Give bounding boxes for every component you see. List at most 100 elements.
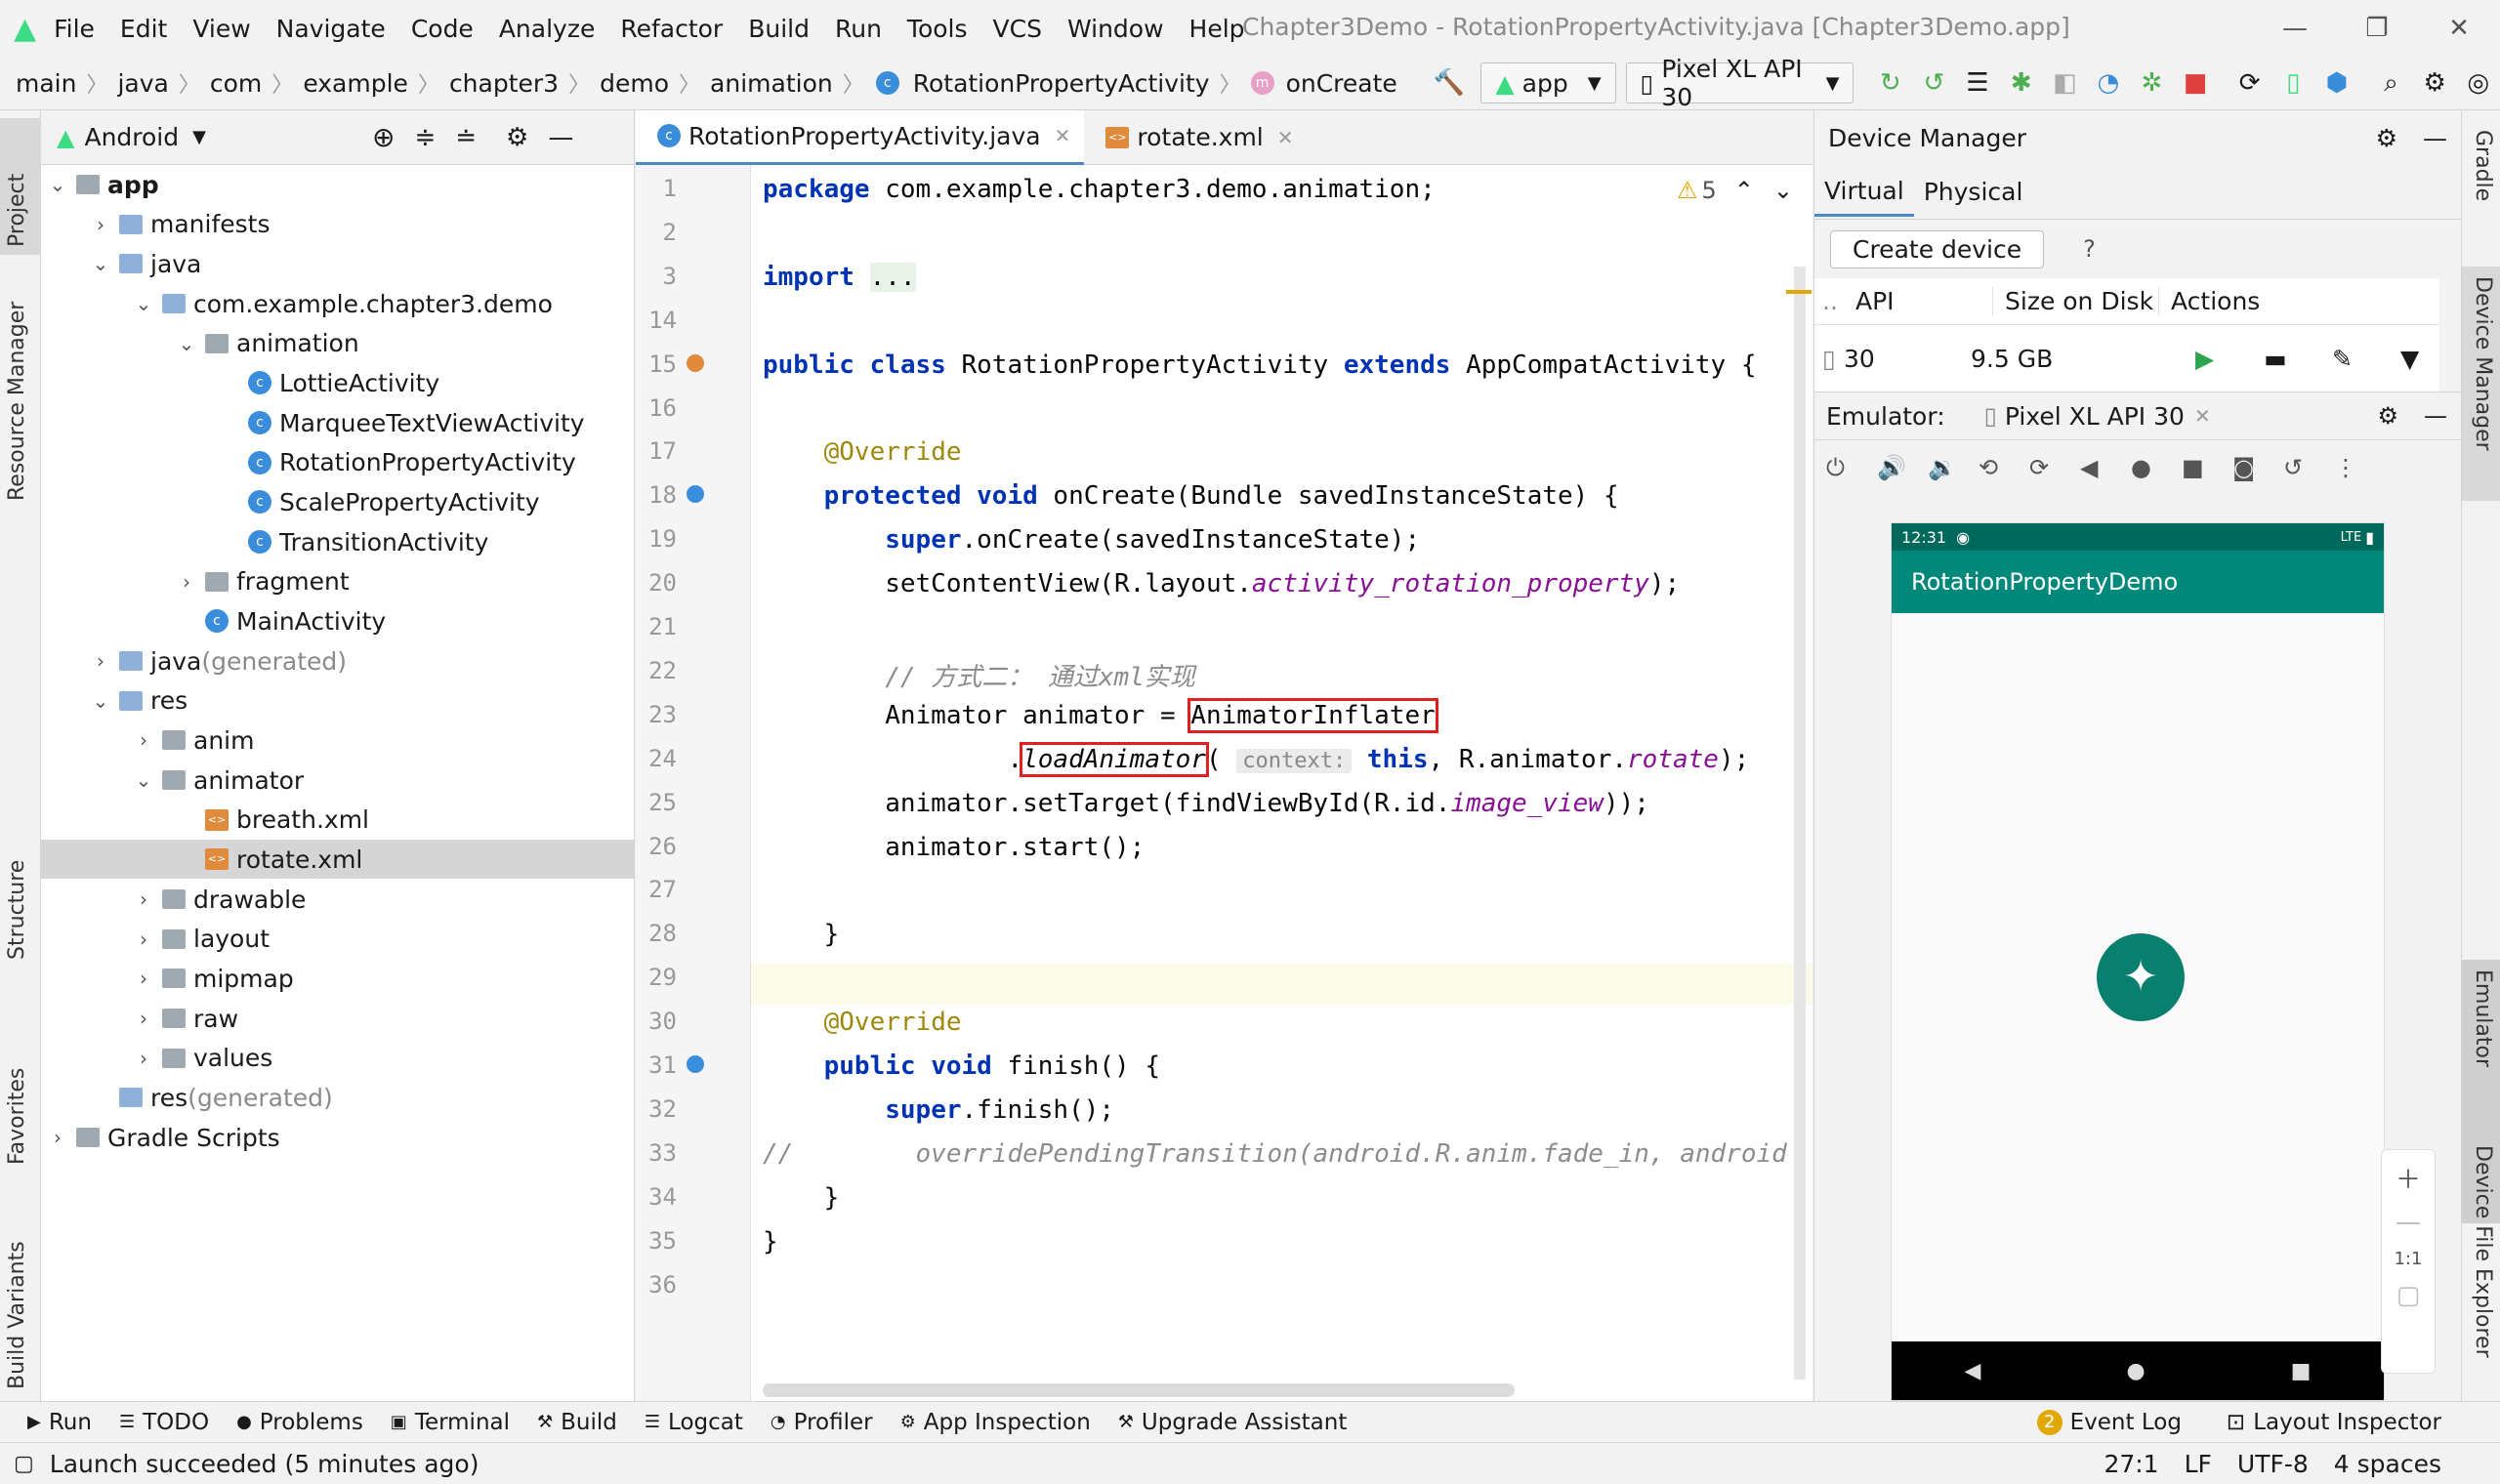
- tab-device-manager[interactable]: Device Manager: [2471, 276, 2495, 451]
- locate-icon[interactable]: ⊕: [372, 121, 395, 153]
- chevron-down-icon[interactable]: ⌄: [1773, 177, 1793, 204]
- chevron-down-icon[interactable]: ⌄: [90, 689, 111, 713]
- inspection-widget[interactable]: ⚠ 5 ⌃ ⌄: [1677, 177, 1793, 204]
- chevron-right-icon[interactable]: ›: [133, 967, 154, 990]
- breadcrumb-item[interactable]: animation: [704, 69, 839, 98]
- rotate-left-icon[interactable]: ⟲: [1979, 454, 2029, 481]
- tree-item[interactable]: ⌄ animation: [41, 324, 634, 363]
- tool-terminal[interactable]: ▣ Terminal: [391, 1410, 510, 1435]
- home-icon[interactable]: ●: [2131, 454, 2182, 481]
- collapse-all-icon[interactable]: ≐: [455, 123, 477, 152]
- tree-item[interactable]: › values: [41, 1039, 634, 1078]
- breadcrumb-item[interactable]: com: [204, 69, 268, 98]
- chevron-right-icon[interactable]: ›: [133, 1007, 154, 1030]
- restore-icon[interactable]: ❐: [2336, 0, 2418, 57]
- indent-setting[interactable]: 4 spaces: [2334, 1450, 2441, 1478]
- caret-position[interactable]: 27:1: [2104, 1450, 2158, 1478]
- tab-device-file-explorer[interactable]: Device File Explorer: [2471, 1145, 2495, 1358]
- hammer-icon[interactable]: 🔨: [1433, 63, 1467, 103]
- tree-item[interactable]: › manifests: [41, 205, 634, 244]
- tab-favorites[interactable]: Favorites: [5, 1068, 29, 1165]
- code-line[interactable]: super.onCreate(savedInstanceState);: [763, 525, 1420, 555]
- breadcrumb-item[interactable]: java: [111, 69, 174, 98]
- tree-item[interactable]: c TransitionActivity: [41, 522, 634, 561]
- code-line[interactable]: animator.start();: [763, 833, 1145, 862]
- menu-code[interactable]: Code: [411, 15, 474, 43]
- tree-item[interactable]: res (generated): [41, 1078, 634, 1117]
- profiler-icon[interactable]: ◔: [2092, 63, 2126, 103]
- chevron-right-icon[interactable]: ›: [133, 887, 154, 911]
- stop-icon[interactable]: ■: [2179, 63, 2213, 103]
- chevron-down-icon[interactable]: ⌄: [133, 292, 154, 315]
- apply-changes-icon[interactable]: ↺: [1917, 63, 1951, 103]
- project-view-select[interactable]: Android: [84, 123, 179, 151]
- line-separator[interactable]: LF: [2185, 1450, 2212, 1478]
- account-icon[interactable]: ◎: [2461, 63, 2495, 103]
- minimize-icon[interactable]: —: [2254, 0, 2336, 57]
- tab-build-variants[interactable]: Build Variants: [5, 1241, 29, 1389]
- code-line[interactable]: import ...: [763, 262, 916, 292]
- code-line[interactable]: package com.example.chapter3.demo.animat…: [763, 175, 1436, 204]
- breadcrumb-item[interactable]: main: [10, 69, 82, 98]
- tab-rotate-xml[interactable]: <> rotate.xml ✕: [1084, 110, 1307, 165]
- avd-manager-icon[interactable]: ▯: [2276, 63, 2311, 103]
- menu-tools[interactable]: Tools: [907, 15, 968, 43]
- chevron-down-icon[interactable]: ▼: [192, 127, 206, 147]
- device-select[interactable]: ▯ Pixel XL API 30 ▼: [1625, 55, 1854, 111]
- zoom-out-icon[interactable]: —: [2382, 1208, 2435, 1237]
- code-line[interactable]: }: [763, 1227, 778, 1257]
- play-icon[interactable]: ▶: [2195, 345, 2264, 373]
- overview-icon[interactable]: ■: [2291, 1359, 2312, 1383]
- tree-item[interactable]: c MarqueeTextViewActivity: [41, 403, 634, 442]
- back-icon[interactable]: ◀: [1965, 1359, 1981, 1383]
- emulator-tab[interactable]: Pixel XL API 30: [2005, 402, 2185, 431]
- apply-code-changes-icon[interactable]: ☰: [1961, 63, 1995, 103]
- overview-icon[interactable]: ■: [2182, 454, 2232, 481]
- expand-all-icon[interactable]: ≑: [414, 123, 436, 152]
- edit-icon[interactable]: ✎: [2332, 345, 2400, 373]
- status-message[interactable]: Launch succeeded (5 minutes ago): [50, 1450, 479, 1478]
- more-icon[interactable]: ⋮: [2334, 454, 2385, 481]
- tool-problems[interactable]: ● Problems: [236, 1410, 363, 1435]
- folder-icon[interactable]: ▬: [2264, 345, 2332, 373]
- tool-logcat[interactable]: ☰ Logcat: [645, 1410, 743, 1435]
- menu-view[interactable]: View: [192, 15, 250, 43]
- tree-item[interactable]: › fragment: [41, 562, 634, 601]
- code-line[interactable]: animator.setTarget(findViewById(R.id.ima…: [763, 789, 1649, 818]
- tab-resource-manager[interactable]: Resource Manager: [5, 302, 29, 501]
- tree-item[interactable]: › Gradle Scripts: [41, 1118, 634, 1157]
- tree-item[interactable]: c LottieActivity: [41, 363, 634, 402]
- close-tab-icon[interactable]: ✕: [1277, 126, 1294, 149]
- code-line[interactable]: }: [763, 1183, 840, 1213]
- back-icon[interactable]: ◀: [2080, 454, 2131, 481]
- code-line[interactable]: @Override: [763, 1008, 962, 1037]
- menu-analyze[interactable]: Analyze: [499, 15, 596, 43]
- snapshot-icon[interactable]: ↺: [2283, 454, 2334, 481]
- chevron-right-icon[interactable]: ›: [133, 1047, 154, 1070]
- menu-edit[interactable]: Edit: [120, 15, 167, 43]
- tree-item[interactable]: c MainActivity: [41, 601, 634, 640]
- zoom-actual-size[interactable]: 1:1: [2382, 1249, 2435, 1269]
- volume-up-icon[interactable]: 🔊: [1877, 454, 1928, 481]
- tree-item[interactable]: c ScalePropertyActivity: [41, 482, 634, 521]
- chevron-right-icon[interactable]: ›: [133, 728, 154, 752]
- gear-icon[interactable]: ⚙: [506, 123, 528, 152]
- chevron-right-icon[interactable]: ›: [90, 649, 111, 673]
- tree-item[interactable]: › drawable: [41, 880, 634, 919]
- tool-app-inspection[interactable]: ⚙ App Inspection: [900, 1410, 1091, 1435]
- gear-icon[interactable]: ⚙: [2377, 402, 2398, 430]
- tool-todo[interactable]: ☰ TODO: [119, 1410, 209, 1435]
- tree-item[interactable]: › layout: [41, 920, 634, 959]
- breadcrumb-item[interactable]: RotationPropertyActivity: [907, 69, 1216, 98]
- tab-rotation-property-activity[interactable]: c RotationPropertyActivity.java ✕: [636, 109, 1085, 165]
- rotate-right-icon[interactable]: ⟳: [2029, 454, 2080, 481]
- tab-physical[interactable]: Physical: [1914, 168, 2033, 217]
- code-line[interactable]: public void finish() {: [763, 1051, 1160, 1081]
- close-icon[interactable]: ✕: [2418, 0, 2500, 57]
- chevron-down-icon[interactable]: ▼: [2400, 345, 2419, 373]
- tool-run[interactable]: ▶ Run: [27, 1410, 92, 1435]
- code-line[interactable]: public class RotationPropertyActivity ex…: [763, 350, 1757, 380]
- breadcrumb-item[interactable]: chapter3: [443, 69, 564, 98]
- code-line[interactable]: @Override: [763, 437, 962, 467]
- attach-debugger-icon[interactable]: ✲: [2135, 63, 2169, 103]
